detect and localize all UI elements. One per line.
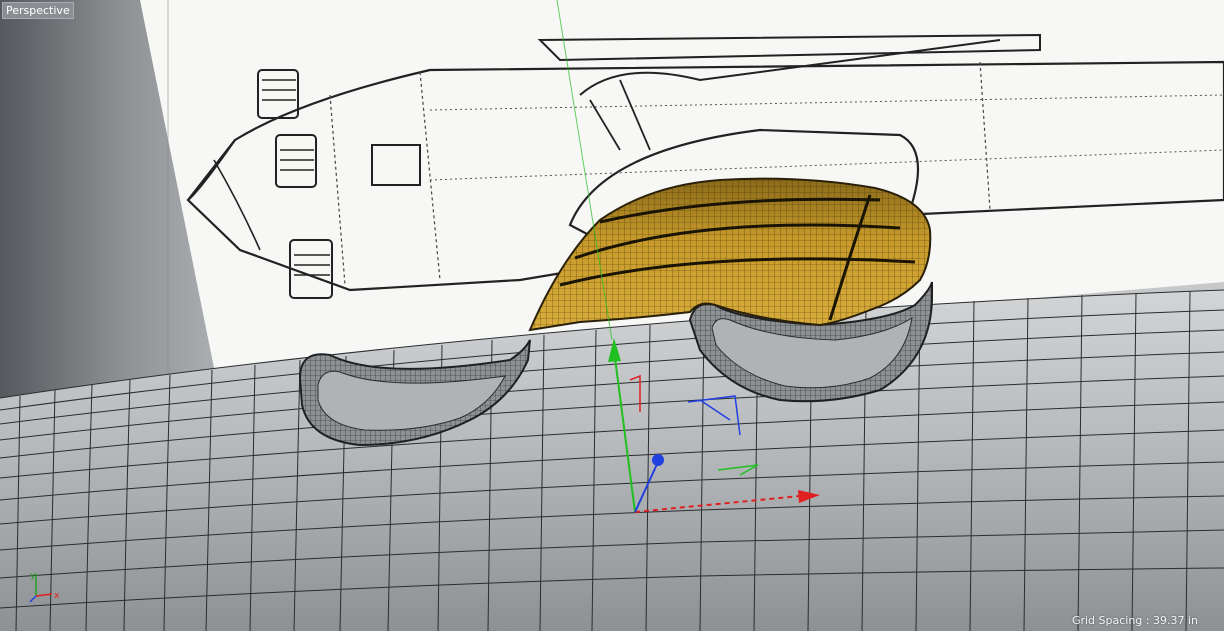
3d-viewport[interactable]: Perspective x y Grid Spacing : 39.37 in [0, 0, 1224, 631]
viewport-label[interactable]: Perspective [2, 2, 74, 19]
world-axis-x-label: x [54, 591, 60, 601]
gizmo-z-handle[interactable] [652, 454, 664, 466]
fuselage-surface[interactable] [0, 290, 1224, 631]
grid-spacing-readout: Grid Spacing : 39.37 in [1071, 614, 1198, 627]
scene-canvas[interactable] [0, 0, 1224, 631]
fuselage-mesh[interactable] [0, 289, 1224, 631]
world-axis-indicator: x y [29, 571, 60, 603]
world-axis-y-label: y [30, 571, 36, 581]
world-axis-z [29, 595, 37, 603]
world-axis-x [35, 593, 53, 597]
